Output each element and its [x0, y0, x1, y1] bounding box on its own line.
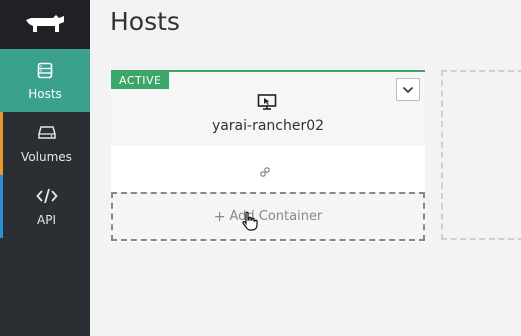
- sidebar: Hosts Volumes API: [0, 0, 90, 336]
- sidebar-item-hosts[interactable]: Hosts: [0, 49, 90, 112]
- disk-icon: [3, 125, 90, 139]
- code-icon: [3, 188, 90, 204]
- host-name[interactable]: yarai-rancher02: [111, 118, 425, 134]
- sidebar-item-label: API: [37, 213, 56, 227]
- link-icon: [259, 162, 271, 181]
- sidebar-item-label: Hosts: [28, 87, 62, 101]
- chevron-down-icon: [402, 86, 414, 93]
- rancher-logo[interactable]: [0, 0, 90, 49]
- page-title: Hosts: [110, 7, 180, 36]
- host-card: ACTIVE yarai-rancher02 + Add Container: [111, 70, 425, 242]
- add-container-button[interactable]: + Add Container: [111, 192, 425, 241]
- sidebar-item-api[interactable]: API: [0, 175, 90, 238]
- hand-cursor-icon: [241, 211, 259, 235]
- host-actions-dropdown[interactable]: [396, 78, 420, 101]
- sidebar-item-label: Volumes: [21, 150, 72, 164]
- sidebar-item-volumes[interactable]: Volumes: [0, 112, 90, 175]
- status-badge: ACTIVE: [111, 72, 170, 89]
- host-machine-icon: [257, 94, 277, 114]
- cow-logo-icon: [26, 15, 64, 32]
- plus-icon: +: [213, 208, 226, 225]
- add-host-placeholder[interactable]: [441, 70, 521, 240]
- server-icon: [0, 62, 90, 79]
- host-card-header: ACTIVE yarai-rancher02: [111, 72, 425, 146]
